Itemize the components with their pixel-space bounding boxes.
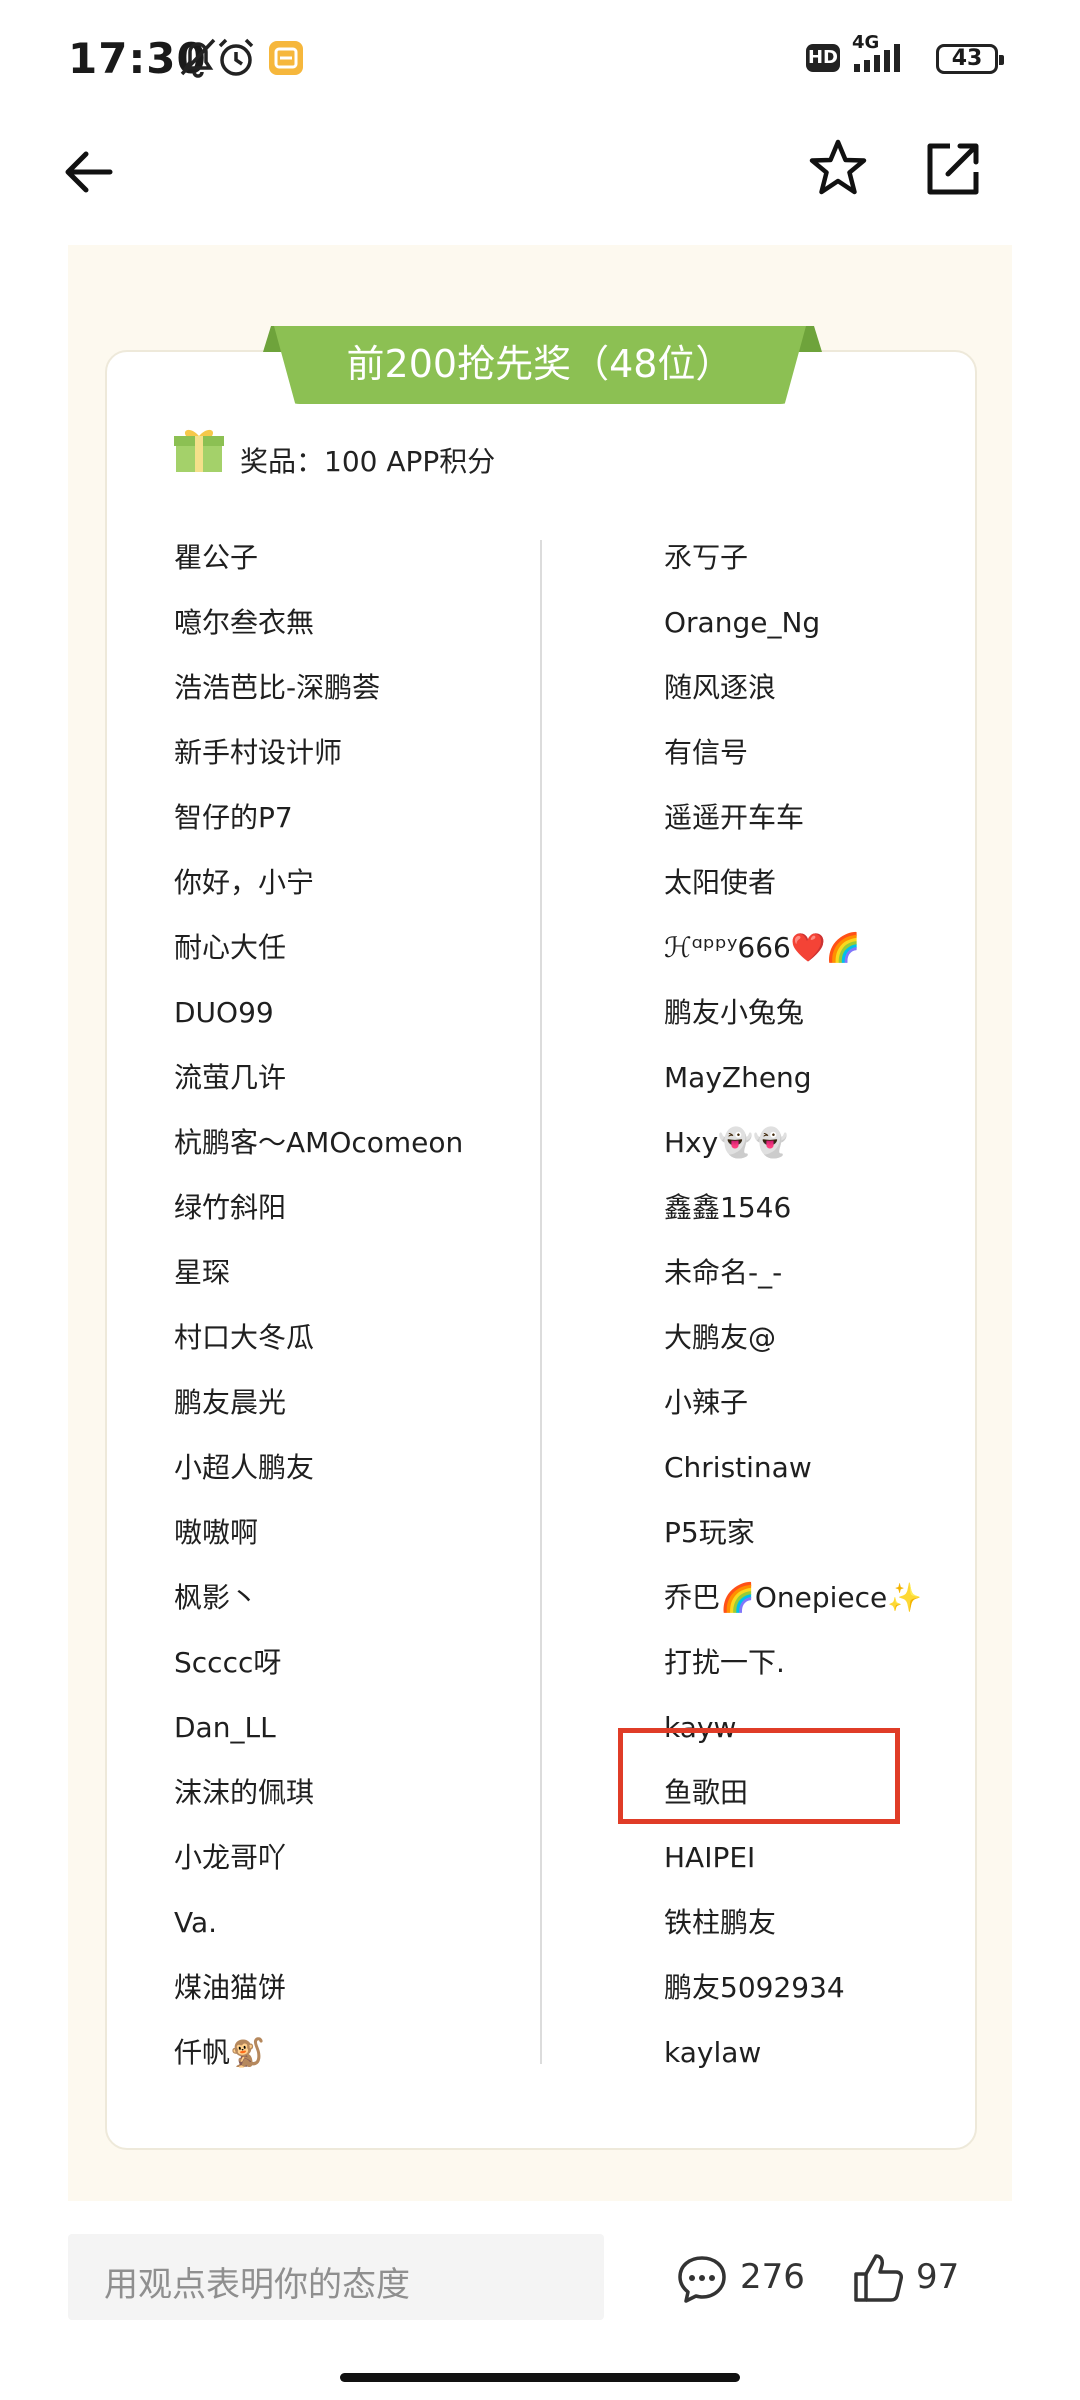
winner-name: MayZheng bbox=[664, 1061, 812, 1094]
winner-name: DUO99 bbox=[174, 996, 274, 1029]
winner-name: 小龙哥吖 bbox=[174, 1841, 287, 1874]
gift-icon bbox=[174, 429, 224, 472]
comment-count: 276 bbox=[740, 2257, 805, 2297]
winner-name: 浩浩芭比-深鹏荟 bbox=[174, 671, 381, 704]
status-bar: 17:30 HD 4G 43 bbox=[0, 0, 1080, 120]
winner-name: P5玩家 bbox=[664, 1516, 755, 1549]
winner-name: 噫尔叁衣無 bbox=[174, 606, 315, 639]
winner-name: 太阳使者 bbox=[664, 866, 777, 899]
winner-name: Scccc呀 bbox=[174, 1646, 282, 1679]
winner-name: 星琛 bbox=[174, 1256, 231, 1289]
back-arrow-icon[interactable] bbox=[56, 140, 120, 204]
winner-name: 有信号 bbox=[664, 736, 749, 769]
winner-name: Orange_Ng bbox=[664, 606, 821, 639]
winner-name: 智仔的P7 bbox=[174, 801, 293, 834]
star-icon[interactable] bbox=[806, 136, 870, 200]
winner-name: 绿竹斜阳 bbox=[174, 1191, 287, 1224]
winner-name: Christinaw bbox=[664, 1451, 812, 1484]
winner-name: ℋᵅᵖᵖʸ666❤️🌈 bbox=[664, 931, 861, 964]
winner-name: 流萤几许 bbox=[174, 1061, 287, 1094]
winner-name: 鹏友5092934 bbox=[664, 1971, 845, 2004]
winner-name: 乔巴🌈Onepiece✨ bbox=[664, 1581, 923, 1614]
alarm-icon bbox=[218, 38, 254, 76]
winner-name: 煤油猫饼 bbox=[174, 1971, 287, 2004]
share-icon[interactable] bbox=[922, 136, 986, 200]
winner-name: 嗷嗷啊 bbox=[174, 1516, 259, 1549]
winner-name: 打扰一下. bbox=[664, 1646, 785, 1679]
winner-name: kaylaw bbox=[664, 2036, 762, 2069]
winner-name: HAIPEI bbox=[664, 1841, 756, 1874]
like-count: 97 bbox=[916, 2257, 960, 2297]
winner-name: 铁柱鹏友 bbox=[664, 1906, 777, 1939]
winner-name: 耐心大任 bbox=[174, 931, 287, 964]
winner-name: 小超人鹏友 bbox=[174, 1451, 315, 1484]
winner-name: 你好，小宁 bbox=[174, 866, 315, 899]
winner-name: 鑫鑫1546 bbox=[664, 1191, 792, 1224]
winner-name: 杭鹏客～AMOcomeon bbox=[174, 1126, 464, 1159]
hd-badge: HD bbox=[806, 44, 840, 72]
winner-name: 沫沫的佩琪 bbox=[174, 1776, 315, 1809]
winner-name: Va. bbox=[174, 1906, 218, 1939]
prize-label: 奖品：100 APP积分 bbox=[240, 445, 496, 478]
winner-list-left: 瞿公子噫尔叁衣無浩浩芭比-深鹏荟 新手村设计师 智仔的P7 你好，小宁耐心大任 DUO9… bbox=[174, 538, 463, 2098]
comment-icon[interactable] bbox=[676, 2254, 728, 2304]
comment-input[interactable]: 用观点表明你的态度 bbox=[68, 2234, 604, 2320]
winner-name: Hxy👻👻 bbox=[664, 1126, 788, 1159]
winner-list-right: 氶丂子 Orange_Ng 随风逐浪有信号遥遥开车车太阳使者 ℋᵅᵖᵖʸ666❤️🌈 鹏… bbox=[664, 538, 922, 2098]
winner-name: 瞿公子 bbox=[174, 541, 259, 574]
winner-name: 鹏友晨光 bbox=[174, 1386, 287, 1419]
winner-name: 随风逐浪 bbox=[664, 671, 777, 704]
like-icon[interactable] bbox=[852, 2252, 904, 2304]
comment-placeholder: 用观点表明你的态度 bbox=[104, 2265, 410, 2305]
winner-name: 氶丂子 bbox=[664, 541, 749, 574]
bell-off-icon bbox=[180, 38, 216, 78]
highlight-box bbox=[618, 1728, 900, 1824]
winner-name: 新手村设计师 bbox=[174, 736, 343, 769]
winner-name: 鹏友小兔兔 bbox=[664, 996, 805, 1029]
winner-name: 仟帆🐒 bbox=[174, 2036, 265, 2069]
award-title: 前200抢先奖（48位） bbox=[274, 326, 806, 404]
winner-name: 小辣子 bbox=[664, 1386, 749, 1419]
home-indicator[interactable] bbox=[340, 2373, 740, 2382]
winner-name: 未命名-_- bbox=[664, 1256, 783, 1289]
battery-indicator: 43 bbox=[936, 44, 1004, 74]
column-divider bbox=[540, 540, 542, 2064]
app-notification-icon bbox=[269, 41, 303, 75]
winner-name: Dan_LL bbox=[174, 1711, 276, 1744]
winner-name: 枫影丶 bbox=[174, 1581, 259, 1614]
winner-name: 村口大冬瓜 bbox=[174, 1321, 315, 1354]
winner-name: 大鹏友@ bbox=[664, 1321, 777, 1354]
winner-name: 遥遥开车车 bbox=[664, 801, 805, 834]
